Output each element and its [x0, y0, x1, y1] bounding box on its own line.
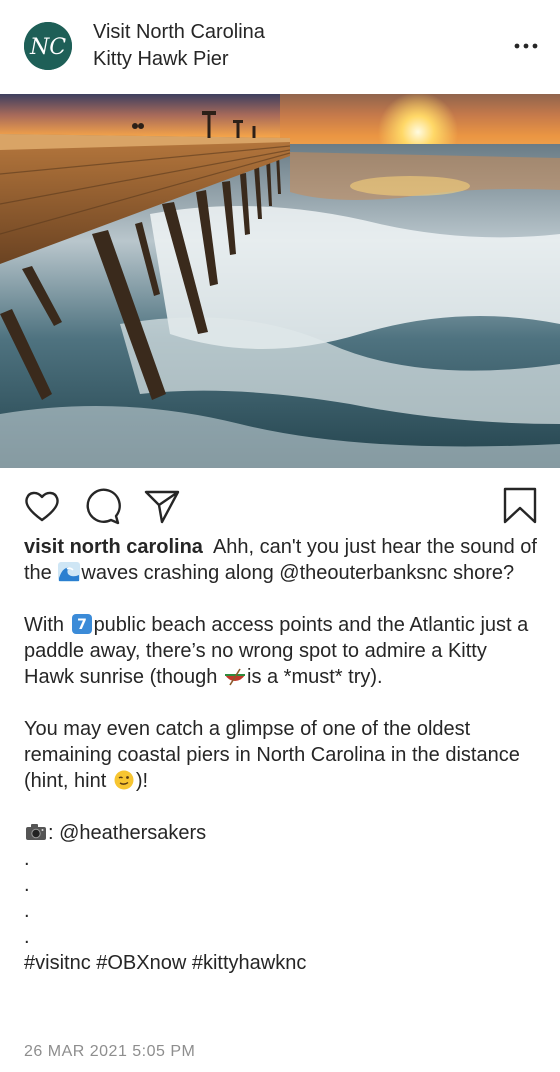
keycap-seven-icon: 7	[71, 614, 93, 634]
caption-dot: .	[24, 848, 30, 870]
caption-text: waves crashing along @theouterbanksnc sh…	[81, 562, 515, 584]
svg-text:7: 7	[77, 617, 87, 633]
nc-logo-icon: NC	[24, 22, 72, 70]
post-location[interactable]: Kitty Hawk Pier	[93, 46, 229, 72]
winking-face-icon	[113, 770, 135, 790]
share-icon[interactable]	[142, 486, 182, 526]
wave-emoji-icon	[58, 562, 81, 582]
comment-icon[interactable]	[82, 486, 122, 526]
caption-dot: .	[24, 900, 30, 922]
account-name[interactable]: Visit North Carolina	[93, 19, 265, 45]
more-options-icon[interactable]	[512, 36, 540, 56]
credit-separator: :	[48, 822, 54, 844]
caption-hashtags[interactable]: #visitnc #OBXnow #kittyhawknc	[24, 950, 540, 976]
post-actions-bar	[0, 468, 560, 536]
post-photo[interactable]	[0, 94, 560, 468]
avatar-logo-text: NC	[29, 35, 66, 60]
caption-paragraph-3: You may even catch a glimpse of one of t…	[24, 716, 540, 794]
post-header: NC Visit North Carolina Kitty Hawk Pier	[0, 0, 560, 94]
caption-text: )!	[135, 770, 149, 792]
caption-paragraph-1: visit north carolina Ahh, can't you just…	[24, 534, 540, 586]
camera-icon	[25, 822, 47, 842]
caption-text: is a *must* try).	[247, 666, 383, 688]
post-caption: visit north carolina Ahh, can't you just…	[24, 534, 540, 976]
caption-dot: .	[24, 926, 30, 948]
canoe-icon	[224, 666, 246, 686]
post-timestamp: 26 MAR 2021 5:05 PM	[24, 1043, 196, 1060]
avatar[interactable]: NC	[24, 22, 72, 70]
credit-handle[interactable]: @heathersakers	[59, 822, 206, 844]
caption-dot: .	[24, 874, 30, 896]
caption-username[interactable]: visit north carolina	[24, 536, 203, 558]
caption-paragraph-2: With 7 public beach access points and the…	[24, 612, 540, 690]
caption-text: You may even catch a glimpse of one of t…	[24, 718, 520, 792]
caption-text: With	[24, 614, 64, 636]
photo-credit: : @heathersakers	[24, 820, 540, 846]
bookmark-icon[interactable]	[500, 486, 540, 526]
heart-icon[interactable]	[22, 486, 62, 526]
